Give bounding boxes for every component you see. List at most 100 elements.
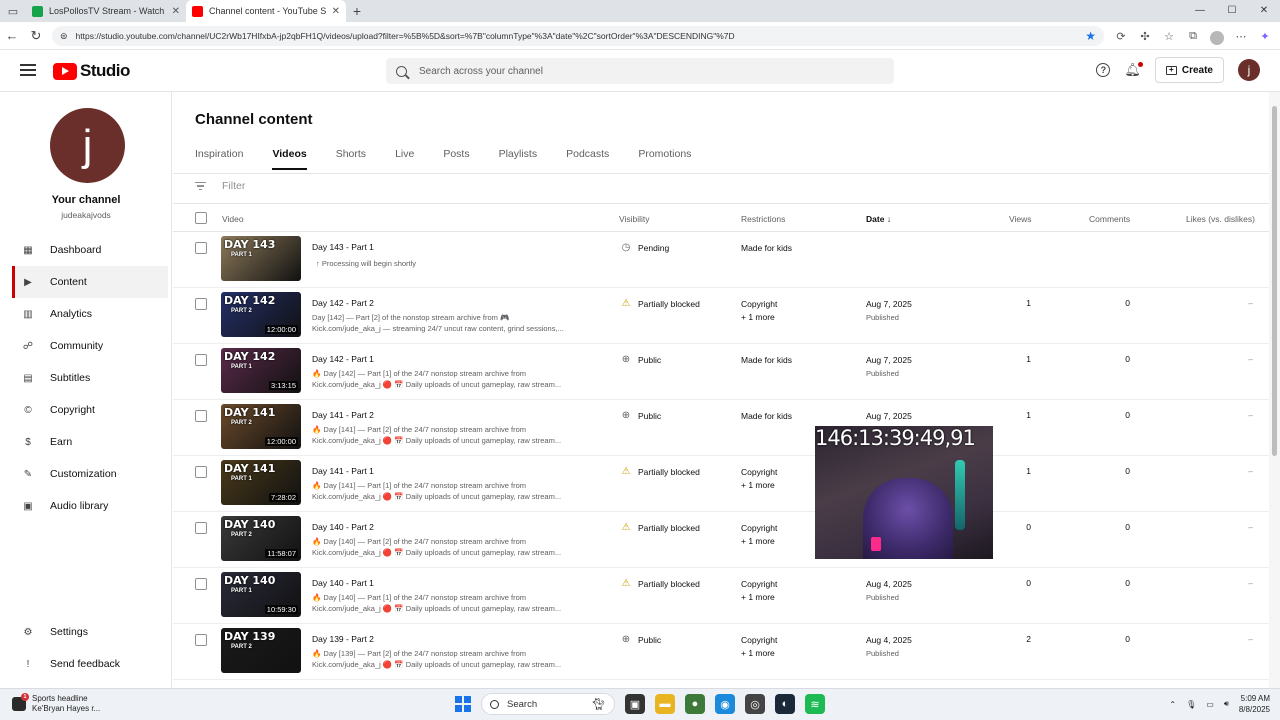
row-checkbox[interactable] — [195, 242, 207, 254]
sidebar-item-subtitles[interactable]: ▤ Subtitles — [12, 362, 168, 394]
notifications-icon[interactable]: 🔔︎ — [1124, 62, 1143, 78]
tab-live[interactable]: Live — [395, 148, 414, 170]
restriction-more[interactable]: + 1 more — [741, 536, 775, 546]
col-date[interactable]: Date ↓ — [866, 214, 891, 224]
copilot-icon[interactable]: ✦ — [1256, 26, 1274, 46]
reload-icon[interactable]: ↻ — [24, 28, 48, 44]
news-widget[interactable]: 1 Sports headline Ke'Bryan Hayes r... — [12, 693, 100, 714]
sidebar-item-customization[interactable]: ✎ Customization — [12, 458, 168, 490]
file-explorer-icon[interactable]: ▬ — [655, 694, 675, 714]
tab-videos[interactable]: Videos — [272, 148, 307, 170]
video-title[interactable]: Day 143 - Part 1 — [312, 242, 374, 252]
browser-tab[interactable]: Channel content - YouTube Studio ✕ — [186, 0, 346, 22]
restrictions-cell[interactable]: Made for kids — [741, 242, 792, 255]
browser-profile-icon[interactable] — [1208, 26, 1226, 46]
video-title[interactable]: Day 140 - Part 2 — [312, 522, 374, 532]
scrollbar-thumb[interactable] — [1272, 106, 1277, 456]
tray-chevron-icon[interactable]: ⌃ — [1169, 700, 1176, 709]
col-likes[interactable]: Likes (vs. dislikes) — [1186, 214, 1255, 224]
edge-browser-icon[interactable]: ◉ — [715, 694, 735, 714]
video-thumbnail[interactable]: DAY 142 PART 2 12:00:00 — [221, 292, 301, 337]
video-thumbnail[interactable]: DAY 140 PART 1 10:59:30 — [221, 572, 301, 617]
table-row[interactable]: DAY 139 PART 2 Day 139 - Part 2 🔥 Day [139]… — [173, 624, 1269, 680]
video-title[interactable]: Day 141 - Part 1 — [312, 466, 374, 476]
sidebar-item-dashboard[interactable]: ▦ Dashboard — [12, 234, 168, 266]
select-all-checkbox[interactable] — [195, 212, 207, 224]
visibility-cell[interactable]: ⊕ Public — [620, 410, 661, 421]
col-restrictions[interactable]: Restrictions — [741, 214, 785, 224]
more-menu-icon[interactable]: ⋯ — [1232, 26, 1250, 46]
col-visibility[interactable]: Visibility — [619, 214, 650, 224]
table-row[interactable]: DAY 141 PART 1 7:28:02 Day 141 - Part 1 🔥 Da… — [173, 456, 1269, 512]
visibility-cell[interactable]: ◷ Pending — [620, 242, 670, 253]
extensions-icon[interactable]: ✣ — [1136, 26, 1154, 46]
tab-close-icon[interactable]: ✕ — [172, 6, 180, 17]
tab-close-icon[interactable]: ✕ — [332, 6, 340, 17]
sidebar-item-audio-library[interactable]: ▣ Audio library — [12, 490, 168, 522]
task-view-icon[interactable]: ▣ — [625, 694, 645, 714]
row-checkbox[interactable] — [195, 410, 207, 422]
restrictions-cell[interactable]: Copyright + 1 more — [741, 634, 777, 660]
tray-display-icon[interactable]: ▭ — [1206, 700, 1214, 709]
sidebar-item-copyright[interactable]: © Copyright — [12, 394, 168, 426]
taskbar-clock[interactable]: 5:09 AM 8/8/2025 — [1239, 693, 1270, 715]
video-title[interactable]: Day 142 - Part 1 — [312, 354, 374, 364]
row-checkbox[interactable] — [195, 354, 207, 366]
row-checkbox[interactable] — [195, 466, 207, 478]
channel-search[interactable] — [386, 58, 894, 84]
table-row[interactable]: DAY 142 PART 1 3:13:15 Day 142 - Part 1 🔥 Da… — [173, 344, 1269, 400]
start-icon[interactable] — [455, 696, 471, 712]
visibility-cell[interactable]: ⊕ Public — [620, 354, 661, 365]
video-thumbnail[interactable]: DAY 143 PART 1 — [221, 236, 301, 281]
favorites-icon[interactable]: ☆ — [1160, 26, 1178, 46]
video-thumbnail[interactable]: DAY 141 PART 2 12:00:00 — [221, 404, 301, 449]
new-tab-button[interactable]: + — [346, 3, 368, 19]
tray-mic-icon[interactable]: 🎙︎ — [1186, 700, 1196, 709]
visibility-cell[interactable]: ⚠ Partially blocked — [620, 466, 700, 477]
channel-avatar[interactable]: j — [50, 108, 125, 183]
tab-shorts[interactable]: Shorts — [336, 148, 366, 170]
create-button[interactable]: + Create — [1154, 57, 1224, 83]
refresh-page-icon[interactable]: ⟳ — [1112, 26, 1130, 46]
back-icon[interactable]: ← — [0, 28, 24, 43]
video-title[interactable]: Day 142 - Part 2 — [312, 298, 374, 308]
table-row[interactable]: DAY 142 PART 2 12:00:00 Day 142 - Part 2 Day… — [173, 288, 1269, 344]
sidebar-item-analytics[interactable]: ▥ Analytics — [12, 298, 168, 330]
table-row[interactable]: DAY 140 PART 1 10:59:30 Day 140 - Part 1 🔥 D… — [173, 568, 1269, 624]
video-title[interactable]: Day 140 - Part 1 — [312, 578, 374, 588]
restrictions-cell[interactable]: Copyright + 1 more — [741, 578, 777, 604]
sidebar-item-earn[interactable]: $ Earn — [12, 426, 168, 458]
video-thumbnail[interactable]: DAY 139 PART 2 — [221, 628, 301, 673]
restrictions-cell[interactable]: Copyright + 1 more — [741, 522, 777, 548]
steam-icon[interactable]: ◐ — [775, 694, 795, 714]
visibility-cell[interactable]: ⚠ Partially blocked — [620, 522, 700, 533]
sidebar-item-settings[interactable]: ⚙ Settings — [12, 616, 168, 648]
search-input[interactable] — [419, 65, 839, 77]
video-thumbnail[interactable]: DAY 141 PART 1 7:28:02 — [221, 460, 301, 505]
row-checkbox[interactable] — [195, 634, 207, 646]
restrictions-cell[interactable]: Copyright + 1 more — [741, 298, 777, 324]
table-row[interactable]: DAY 143 PART 1 Day 143 - Part 1 ↑ Processin… — [173, 232, 1269, 288]
tab-playlists[interactable]: Playlists — [499, 148, 538, 170]
menu-icon[interactable] — [20, 64, 36, 76]
tray-volume-icon[interactable]: 🔊︎ — [1224, 699, 1229, 709]
table-row[interactable]: DAY 141 PART 2 12:00:00 Day 141 - Part 2 🔥 D… — [173, 400, 1269, 456]
bookmark-star-icon[interactable]: ★ — [1085, 29, 1096, 43]
filter-bar[interactable]: Filter — [195, 180, 245, 192]
restriction-more[interactable]: + 1 more — [741, 592, 775, 602]
tab-inspiration[interactable]: Inspiration — [195, 148, 243, 170]
row-checkbox[interactable] — [195, 522, 207, 534]
spotify-icon[interactable]: ≋ — [805, 694, 825, 714]
site-info-icon[interactable]: ⊜ — [60, 31, 68, 42]
tab-promotions[interactable]: Promotions — [638, 148, 691, 170]
visibility-cell[interactable]: ⊕ Public — [620, 634, 661, 645]
xbox-app-icon[interactable]: ● — [685, 694, 705, 714]
table-row[interactable]: DAY 140 PART 2 11:58:07 Day 140 - Part 2 🔥 D… — [173, 512, 1269, 568]
maximize-icon[interactable]: ☐ — [1216, 0, 1248, 22]
taskbar-search[interactable]: Search 🐈︎ — [481, 693, 615, 715]
restrictions-cell[interactable]: Copyright + 1 more — [741, 466, 777, 492]
video-thumbnail[interactable]: DAY 140 PART 2 11:58:07 — [221, 516, 301, 561]
help-icon[interactable]: ? — [1096, 63, 1111, 77]
video-thumbnail[interactable]: DAY 142 PART 1 3:13:15 — [221, 348, 301, 393]
url-field[interactable]: ⊜ https://studio.youtube.com/channel/UC2… — [52, 26, 1104, 46]
